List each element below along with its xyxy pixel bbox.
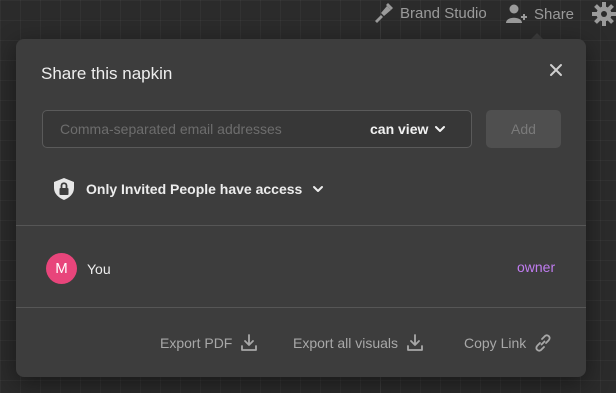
export-visuals-button[interactable]: Export all visuals <box>293 334 424 352</box>
section-divider <box>16 225 586 226</box>
member-role: owner <box>517 259 556 275</box>
brand-studio-label: Brand Studio <box>400 4 487 22</box>
top-toolbar: Brand Studio Share <box>0 0 616 30</box>
gear-icon <box>592 2 616 26</box>
permission-label: can view <box>370 121 429 137</box>
email-input[interactable] <box>60 121 330 137</box>
lock-shield-icon <box>54 178 74 200</box>
download-icon <box>407 334 423 351</box>
access-dropdown[interactable]: Only Invited People have access <box>52 177 324 201</box>
permission-dropdown[interactable]: can view <box>370 121 446 137</box>
share-button[interactable]: Share <box>506 3 574 25</box>
section-divider <box>16 307 586 308</box>
dialog-title: Share this napkin <box>41 64 173 83</box>
add-button[interactable]: Add <box>486 110 561 148</box>
chevron-down-icon <box>313 186 324 192</box>
add-user-icon <box>506 3 528 25</box>
member-name: You <box>87 260 111 277</box>
paint-brush-icon <box>372 3 394 23</box>
access-label: Only Invited People have access <box>86 181 303 197</box>
export-pdf-label: Export PDF <box>160 335 233 351</box>
settings-button[interactable] <box>592 2 616 26</box>
export-pdf-button[interactable]: Export PDF <box>160 334 258 352</box>
chevron-down-icon <box>435 126 446 132</box>
close-button[interactable] <box>547 61 565 79</box>
share-dialog: Share this napkin can view Add Only Invi… <box>16 39 586 377</box>
member-row: M You <box>46 253 111 284</box>
email-field-container: can view <box>42 110 472 148</box>
copy-link-label: Copy Link <box>464 335 527 351</box>
link-icon <box>535 334 551 352</box>
brand-studio-button[interactable]: Brand Studio <box>372 3 487 23</box>
copy-link-button[interactable]: Copy Link <box>464 334 552 352</box>
export-visuals-label: Export all visuals <box>293 335 399 351</box>
close-icon <box>550 64 562 76</box>
share-label: Share <box>534 5 575 23</box>
avatar: M <box>46 253 77 284</box>
download-icon <box>241 334 258 351</box>
